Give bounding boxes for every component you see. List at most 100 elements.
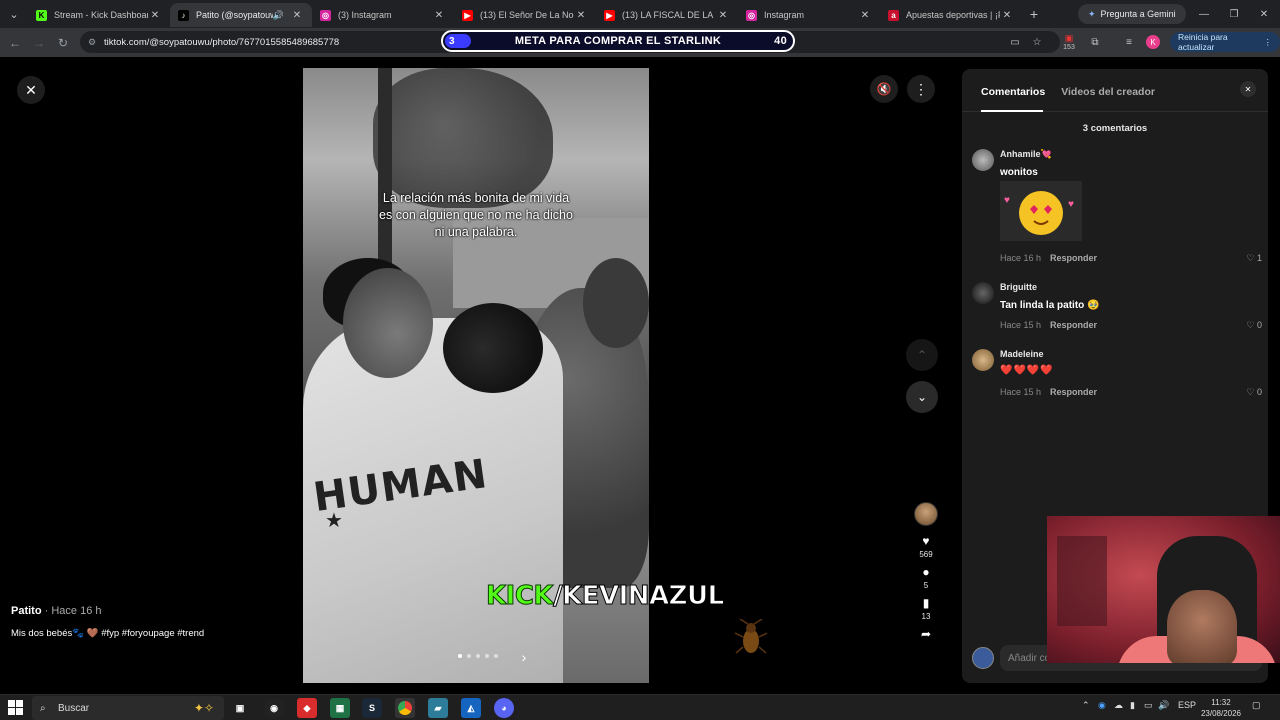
close-panel-icon[interactable]: ✕ — [1240, 81, 1256, 97]
browser-tab[interactable]: a Apuestas deportivas | ¡Parl✕ — [880, 3, 1022, 27]
mute-icon[interactable]: 🔇 — [870, 75, 898, 103]
close-tab-icon[interactable]: ✕ — [432, 10, 446, 21]
task-view-icon[interactable]: ▣ — [230, 698, 250, 718]
notification-icon[interactable]: ▢ — [1252, 700, 1261, 711]
maximize-button[interactable]: ❐ — [1218, 0, 1250, 28]
new-tab-button[interactable]: + — [1022, 6, 1046, 22]
reply-button[interactable]: Responder — [1050, 320, 1097, 330]
stream-goal-bar: 3 META PARA COMPRAR EL STARLINK 40 — [441, 30, 795, 52]
post-description: Mis dos bebés🐾 🤎 #fyp #foryoupage #trend — [11, 628, 205, 639]
comment-author[interactable]: Briguitte — [1000, 282, 1037, 292]
system-clock[interactable]: 11:32 23/08/2026 — [1198, 697, 1244, 719]
comment-author[interactable]: Anhamile💘 — [1000, 149, 1052, 160]
forward-arrow-icon[interactable]: → — [27, 31, 51, 55]
browser-tab[interactable]: ◎ Instagram ✕ — [738, 3, 880, 27]
post-author[interactable]: Patito · Hace 16 h — [11, 605, 101, 617]
carousel-dot[interactable] — [476, 654, 480, 658]
steam-icon[interactable]: S — [362, 698, 382, 718]
like-action[interactable]: ♥ 569 — [919, 534, 932, 559]
windows-start-icon[interactable] — [8, 700, 24, 716]
windows-taskbar: ⌕ Buscar ✦✧ ▣ ◉ ◆ ▦ S ▰ ◭ ◕ ⌃ ◉ ☁ ▮ ▭ 🔊 … — [0, 694, 1280, 720]
reply-button[interactable]: Responder — [1050, 387, 1097, 397]
browser-tab[interactable]: ♪ Patito (@soypatouwu)🔊 ✕ — [170, 3, 312, 27]
browser-toolbar: ← → ↻ ⚙ tiktok.com/@soypatouwu/photo/767… — [0, 28, 1280, 57]
input-language[interactable]: ESP — [1178, 700, 1196, 710]
volume-icon[interactable]: 🔊 — [1158, 700, 1169, 711]
previous-post-chevron-up-icon[interactable]: ⌃ — [906, 339, 938, 371]
gemini-sparkle-icon: ✦ — [1088, 8, 1096, 19]
microphone-icon[interactable]: ▮ — [1130, 700, 1135, 711]
save-action[interactable]: ▮ 13 — [922, 596, 931, 621]
browser-tab[interactable]: K Stream - Kick Dashboard ✕ — [28, 3, 170, 27]
obs-icon[interactable]: ◉ — [264, 698, 284, 718]
goal-label: META PARA COMPRAR EL STARLINK — [514, 35, 722, 47]
update-browser-button[interactable]: Reinicia para actualizar ⋮ — [1170, 32, 1280, 52]
close-viewer-button[interactable]: ✕ — [17, 76, 45, 104]
tab-comments[interactable]: Comentarios — [981, 86, 1045, 98]
chrome-icon[interactable] — [395, 698, 415, 718]
next-photo-chevron-icon[interactable]: › — [514, 647, 534, 667]
close-tab-icon[interactable]: ✕ — [290, 10, 304, 21]
minimize-button[interactable]: — — [1188, 0, 1220, 28]
photos-app-icon[interactable]: ◭ — [461, 698, 481, 718]
install-app-icon[interactable]: ▭ — [1004, 32, 1026, 52]
svg-text:♥: ♥ — [1068, 199, 1074, 210]
bookmark-star-icon[interactable]: ☆ — [1026, 32, 1048, 52]
tray-cloud-icon[interactable]: ☁ — [1114, 700, 1123, 711]
close-window-button[interactable]: ✕ — [1248, 0, 1280, 28]
avatar[interactable] — [972, 149, 994, 171]
back-arrow-icon[interactable]: ← — [3, 31, 27, 55]
app-icon[interactable]: ▰ — [428, 698, 448, 718]
gemini-button[interactable]: ✦ Pregunta a Gemini — [1078, 4, 1186, 24]
comment-action[interactable]: ● 5 — [922, 565, 929, 590]
close-tab-icon[interactable]: ✕ — [858, 10, 872, 21]
discord-icon[interactable]: ◕ — [494, 698, 514, 718]
creator-avatar[interactable] — [914, 502, 938, 526]
browser-tab[interactable]: ▶ (13) El Señor De La Noche✕ — [454, 3, 596, 27]
tab-creator-videos[interactable]: Videos del creador — [1061, 86, 1155, 98]
recorder-app-icon[interactable]: ◆ — [297, 698, 317, 718]
site-info-icon[interactable]: ⚙ — [88, 37, 96, 48]
comment-author[interactable]: Madeleine — [1000, 349, 1044, 359]
close-tab-icon[interactable]: ✕ — [574, 10, 588, 21]
taskbar-search[interactable]: ⌕ Buscar ✦✧ — [32, 696, 224, 720]
tab-favicon-icon: ♪ — [178, 9, 189, 21]
webcam-overlay — [1047, 516, 1280, 663]
profile-avatar[interactable]: K — [1142, 32, 1164, 52]
share-action[interactable]: ➦ — [921, 627, 931, 641]
browser-tab[interactable]: ◎ (3) Instagram ✕ — [312, 3, 454, 27]
network-icon[interactable]: ▭ — [1144, 700, 1153, 711]
reload-icon[interactable]: ↻ — [51, 31, 75, 55]
share-arrow-icon: ➦ — [920, 627, 932, 641]
close-tab-icon[interactable]: ✕ — [148, 10, 162, 21]
extension-badge[interactable]: ▣ 153 — [1058, 32, 1080, 52]
tab-search-chevron-icon[interactable]: ⌄ — [0, 0, 28, 28]
tray-chevron-icon[interactable]: ⌃ — [1082, 700, 1090, 711]
close-tab-icon[interactable]: ✕ — [716, 10, 730, 21]
tab-audio-icon[interactable]: 🔊 — [273, 10, 284, 21]
close-tab-icon[interactable]: ✕ — [1000, 10, 1014, 21]
tab-favicon-icon: K — [36, 9, 47, 21]
menu-dots-icon: ⋮ — [1263, 36, 1273, 47]
carousel-dot[interactable] — [494, 654, 498, 658]
tab-title: Apuestas deportivas | ¡Parl — [906, 10, 1000, 20]
carousel-dot[interactable] — [485, 654, 489, 658]
browser-tab[interactable]: ▶ (13) LA FISCAL DE LA NOC✕ — [596, 3, 738, 27]
avatar[interactable] — [972, 282, 994, 304]
tray-app-icon[interactable]: ◉ — [1098, 700, 1106, 711]
comment-like[interactable]: ♡ 1 — [1246, 253, 1262, 264]
extensions-puzzle-icon[interactable]: ⧉ — [1084, 32, 1106, 52]
carousel-dot[interactable] — [467, 654, 471, 658]
reading-list-icon[interactable]: ≡ — [1118, 32, 1140, 52]
comment-like[interactable]: ♡ 0 — [1246, 320, 1262, 331]
avatar[interactable] — [972, 349, 994, 371]
carousel-dot[interactable] — [458, 654, 462, 658]
calculator-app-icon[interactable]: ▦ — [330, 698, 350, 718]
comment-like[interactable]: ♡ 0 — [1246, 387, 1262, 398]
reply-button[interactable]: Responder — [1050, 253, 1097, 263]
heart-icon: ♥ — [922, 534, 930, 548]
tab-title: Patito (@soypatouwu) — [196, 10, 273, 20]
more-options-icon[interactable]: ⋮ — [907, 75, 935, 103]
next-post-chevron-down-icon[interactable]: ⌄ — [906, 381, 938, 413]
comment-count: 3 comentarios — [1082, 123, 1148, 134]
